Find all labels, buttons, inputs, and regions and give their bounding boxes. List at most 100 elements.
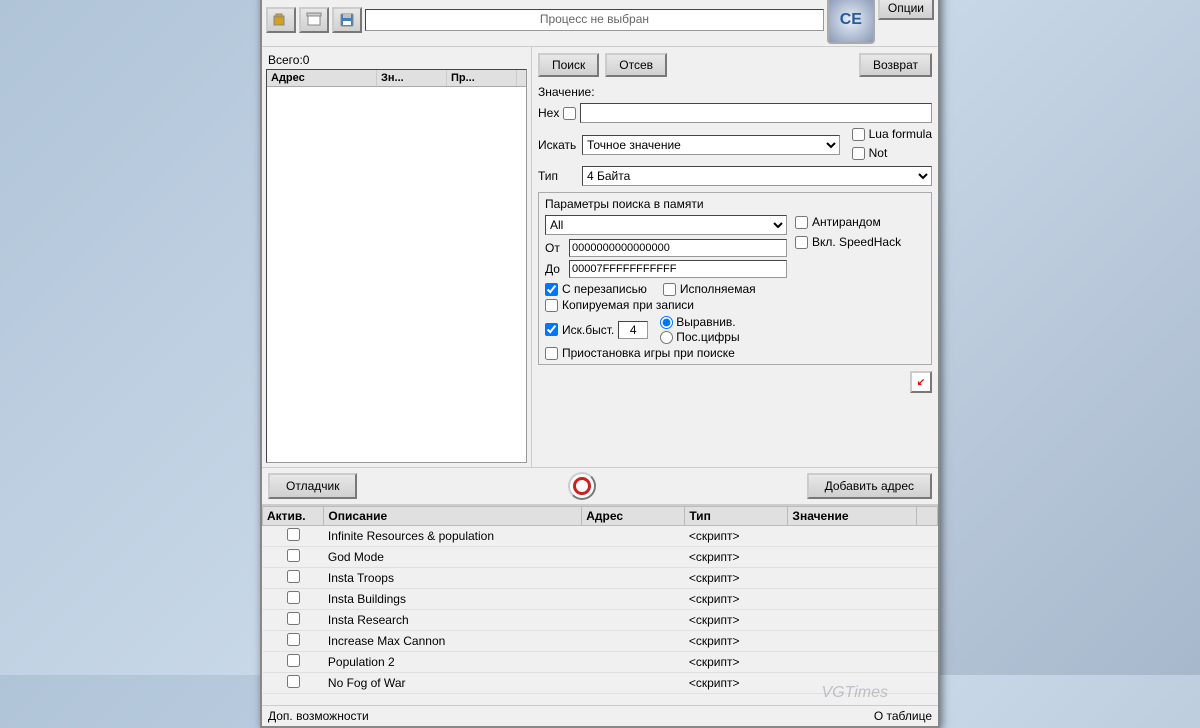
- bottom-buttons-bar: Отладчик Добавить адрес: [262, 467, 938, 505]
- value-cell: [788, 610, 917, 631]
- type-row: Тип 4 Байта: [538, 166, 932, 186]
- table-row[interactable]: Infinite Resources & population <скрипт>: [263, 526, 938, 547]
- not-label: Not: [869, 146, 888, 160]
- debugger-button[interactable]: Отладчик: [268, 473, 357, 499]
- executable-checkbox[interactable]: [663, 283, 676, 296]
- address-table-header-row: Актив. Описание Адрес Тип Значение: [263, 507, 938, 526]
- active-cell[interactable]: [263, 568, 324, 589]
- last-digits-radio[interactable]: [660, 331, 673, 344]
- scrollbar-spacer: [917, 652, 938, 673]
- not-checkbox[interactable]: [852, 147, 865, 160]
- table-row[interactable]: Insta Buildings <скрипт>: [263, 589, 938, 610]
- active-checkbox[interactable]: [287, 528, 300, 541]
- options-button[interactable]: Опции: [878, 0, 934, 20]
- active-checkbox[interactable]: [287, 675, 300, 688]
- to-label: До: [545, 262, 565, 276]
- table-row[interactable]: Population 2 <скрипт>: [263, 652, 938, 673]
- type-combo[interactable]: 4 Байта: [582, 166, 932, 186]
- table-row[interactable]: Increase Max Cannon <скрипт>: [263, 631, 938, 652]
- search-type-label: Искать: [538, 138, 578, 152]
- lua-formula-row: Lua formula: [852, 127, 932, 141]
- address-cell: [582, 652, 685, 673]
- last-digits-radio-row: Пос.цифры: [660, 330, 739, 344]
- fast-scan-checkbox[interactable]: [545, 323, 558, 336]
- active-checkbox[interactable]: [287, 591, 300, 604]
- align-radio[interactable]: [660, 316, 673, 329]
- stop-button[interactable]: [568, 472, 596, 500]
- open-button[interactable]: [266, 7, 296, 33]
- hex-checkbox[interactable]: [563, 107, 576, 120]
- search-button[interactable]: Поиск: [538, 53, 599, 77]
- address-cell: [582, 547, 685, 568]
- return-button[interactable]: Возврат: [859, 53, 932, 77]
- add-address-button[interactable]: Добавить адрес: [807, 473, 932, 499]
- address-cell: [582, 631, 685, 652]
- active-checkbox[interactable]: [287, 570, 300, 583]
- address-cell: [582, 526, 685, 547]
- screenshot-button[interactable]: [299, 7, 329, 33]
- fast-scan-row: Иск.быст. Выравнив. Пос.цифры: [545, 315, 787, 344]
- value-cell: [788, 631, 917, 652]
- last-digits-label: Пос.цифры: [676, 330, 739, 344]
- save-button[interactable]: [332, 7, 362, 33]
- address-cell: [582, 610, 685, 631]
- table-row[interactable]: Insta Troops <скрипт>: [263, 568, 938, 589]
- ce-logo: CE: [827, 0, 875, 44]
- speed-hack-checkbox[interactable]: [795, 236, 808, 249]
- main-window: ⚙ Cheat Engine 7.1 ─ □ ✕ Файл Изменить Т…: [260, 0, 940, 728]
- to-input[interactable]: [569, 260, 787, 278]
- active-checkbox[interactable]: [287, 633, 300, 646]
- arrow-row: ↙: [538, 371, 932, 393]
- scan-results-table: Адрес Зн... Пр...: [266, 69, 527, 463]
- address-table: Актив. Описание Адрес Тип Значение Infin…: [262, 506, 938, 694]
- active-cell[interactable]: [263, 610, 324, 631]
- memory-range-combo[interactable]: All: [545, 215, 787, 235]
- description-cell: Increase Max Cannon: [324, 631, 582, 652]
- arrow-icon: ↙: [917, 377, 925, 388]
- table-row[interactable]: Insta Research <скрипт>: [263, 610, 938, 631]
- filter-button[interactable]: Отсев: [605, 53, 667, 77]
- scrollbar-spacer: [917, 547, 938, 568]
- status-left[interactable]: Доп. возможности: [268, 709, 369, 723]
- copyable-checkbox[interactable]: [545, 299, 558, 312]
- col-address-header: Адрес: [267, 70, 377, 86]
- pause-checkbox[interactable]: [545, 347, 558, 360]
- active-cell[interactable]: [263, 547, 324, 568]
- memory-params-section: Параметры поиска в памяти All От До: [538, 192, 932, 365]
- rewrite-checkbox[interactable]: [545, 283, 558, 296]
- active-cell[interactable]: [263, 526, 324, 547]
- active-checkbox[interactable]: [287, 654, 300, 667]
- executable-label: Исполняемая: [680, 282, 756, 296]
- lua-formula-label: Lua formula: [869, 127, 932, 141]
- align-radio-row: Выравнив.: [660, 315, 739, 329]
- copyable-row: Копируемая при записи: [545, 298, 787, 312]
- type-cell: <скрипт>: [685, 568, 788, 589]
- fast-scan-input[interactable]: [618, 321, 648, 339]
- from-label: От: [545, 241, 565, 255]
- search-type-combo[interactable]: Точное значение: [582, 135, 840, 155]
- active-cell[interactable]: [263, 589, 324, 610]
- value-input[interactable]: [580, 103, 932, 123]
- arrow-button[interactable]: ↙: [910, 371, 932, 393]
- description-cell: Insta Research: [324, 610, 582, 631]
- type-cell: <скрипт>: [685, 547, 788, 568]
- active-checkbox[interactable]: [287, 549, 300, 562]
- lua-formula-checkbox[interactable]: [852, 128, 865, 141]
- anti-random-checkbox[interactable]: [795, 216, 808, 229]
- col-active-header: Актив.: [263, 507, 324, 526]
- status-right[interactable]: О таблице: [874, 709, 932, 723]
- active-cell[interactable]: [263, 673, 324, 694]
- rewrite-label: С перезаписью: [562, 282, 647, 296]
- process-bar[interactable]: Процесс не выбран: [365, 9, 824, 31]
- anti-random-row: Антирандом: [795, 215, 925, 229]
- scrollbar-col: [917, 507, 938, 526]
- type-label: Тип: [538, 169, 578, 183]
- table-row[interactable]: God Mode <скрипт>: [263, 547, 938, 568]
- active-cell[interactable]: [263, 652, 324, 673]
- description-cell: Insta Troops: [324, 568, 582, 589]
- active-checkbox[interactable]: [287, 612, 300, 625]
- rewrite-row: С перезаписью Исполняемая: [545, 282, 787, 296]
- address-table-body: Infinite Resources & population <скрипт>…: [263, 526, 938, 694]
- active-cell[interactable]: [263, 631, 324, 652]
- from-input[interactable]: [569, 239, 787, 257]
